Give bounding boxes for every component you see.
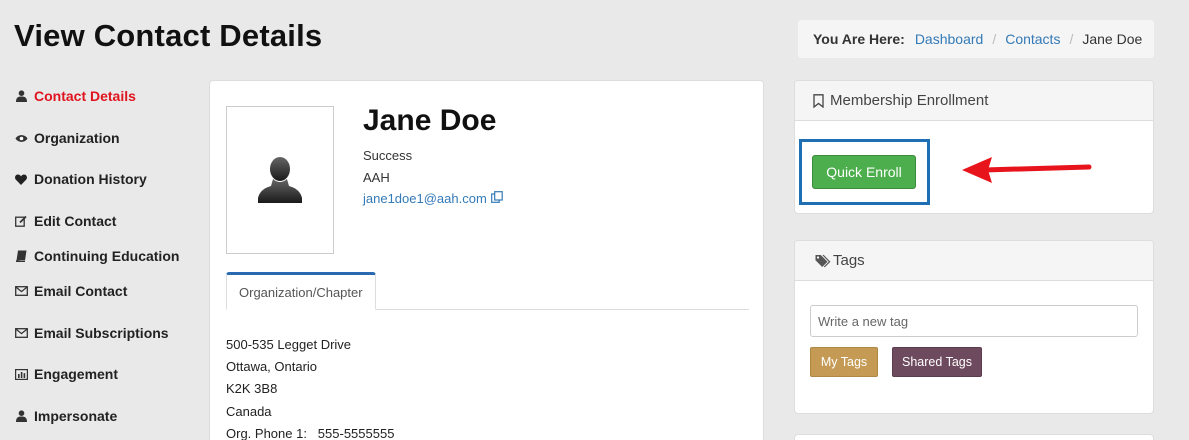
sidebar-item-continuing-education[interactable]: Continuing Education [14, 248, 179, 264]
book-icon [14, 249, 28, 263]
sidebar-item-label: Email Contact [34, 283, 128, 299]
membership-panel-title: Membership Enrollment [830, 92, 989, 109]
breadcrumb-separator: / [992, 31, 997, 47]
contact-status: Success [363, 148, 413, 163]
org-phone-value: 555-5555555 [317, 426, 395, 440]
breadcrumb-separator: / [1069, 31, 1074, 47]
org-phone-row: Org. Phone 1: 555-5555555 [226, 426, 394, 440]
breadcrumb-contacts-link[interactable]: Contacts [1005, 31, 1060, 47]
address-country: Canada [226, 404, 272, 419]
my-tags-button[interactable]: My Tags [810, 347, 878, 377]
envelope-icon [14, 326, 28, 340]
tags-panel: Tags My Tags Shared Tags [794, 240, 1154, 414]
red-arrow-annotation [962, 157, 1092, 183]
new-tag-input[interactable] [810, 305, 1138, 337]
tags-panel-header: Tags [795, 241, 1153, 281]
sidebar-item-label: Email Subscriptions [34, 325, 169, 341]
page-title: View Contact Details [14, 18, 323, 53]
person-silhouette-icon [258, 157, 302, 203]
copy-icon[interactable] [490, 191, 503, 206]
contact-name: Jane Doe [363, 104, 497, 137]
org-phone-label: Org. Phone 1: [226, 426, 307, 440]
sidebar-item-edit-contact[interactable]: Edit Contact [14, 213, 116, 229]
sidebar-item-label: Contact Details [34, 88, 136, 104]
sidebar-item-engagement[interactable]: Engagement [14, 366, 118, 382]
contact-org-code: AAH [363, 170, 390, 185]
contact-email-link[interactable]: jane1doe1@aah.com [363, 191, 487, 206]
membership-panel-header: Membership Enrollment [795, 81, 1153, 121]
breadcrumb-label: You Are Here: [813, 31, 905, 47]
contact-card: Jane Doe Success AAH jane1doe1@aah.com O… [209, 80, 764, 440]
avatar [226, 106, 334, 254]
membership-enrollment-panel: Membership Enrollment Quick Enroll [794, 80, 1154, 214]
address-city: Ottawa, Ontario [226, 359, 318, 374]
user-icon [14, 89, 28, 103]
breadcrumb-current: Jane Doe [1082, 31, 1143, 47]
shared-tags-button[interactable]: Shared Tags [892, 347, 982, 377]
sidebar-item-email-subscriptions[interactable]: Email Subscriptions [14, 325, 169, 341]
envelope-icon [14, 284, 28, 298]
bar-chart-icon [14, 367, 28, 381]
breadcrumb: You Are Here: Dashboard / Contacts / Jan… [798, 20, 1154, 58]
sidebar-item-label: Edit Contact [34, 213, 117, 229]
tab-organization-chapter[interactable]: Organization/Chapter [226, 272, 376, 310]
bookmark-icon [813, 93, 824, 108]
sidebar-item-contact-details[interactable]: Contact Details [14, 88, 136, 104]
edit-icon [14, 214, 28, 228]
quick-enroll-highlight: Quick Enroll [799, 139, 930, 205]
sidebar-item-label: Organization [34, 130, 120, 146]
contact-email-row: jane1doe1@aah.com [363, 191, 503, 206]
sidebar-item-email-contact[interactable]: Email Contact [14, 283, 127, 299]
sidebar-item-label: Impersonate [34, 408, 118, 424]
tags-icon [815, 254, 831, 268]
address-postal-code: K2K 3B8 [226, 381, 278, 396]
sidebar-item-label: Engagement [34, 366, 119, 382]
sidebar-item-organization[interactable]: Organization [14, 130, 120, 146]
address-line-1: 500-535 Legget Drive [226, 337, 352, 352]
quick-enroll-button[interactable]: Quick Enroll [812, 155, 916, 189]
sidebar-item-donation-history[interactable]: Donation History [14, 171, 147, 187]
user-icon [14, 409, 28, 423]
sidebar-item-impersonate[interactable]: Impersonate [14, 408, 117, 424]
next-panel-partial [794, 434, 1154, 440]
heart-icon [14, 172, 28, 186]
eye-icon [14, 131, 28, 145]
sidebar-item-label: Continuing Education [34, 248, 180, 264]
breadcrumb-dashboard-link[interactable]: Dashboard [915, 31, 984, 47]
tags-panel-title: Tags [833, 252, 865, 269]
sidebar-item-label: Donation History [34, 171, 147, 187]
tab-bar: Organization/Chapter [226, 272, 749, 310]
